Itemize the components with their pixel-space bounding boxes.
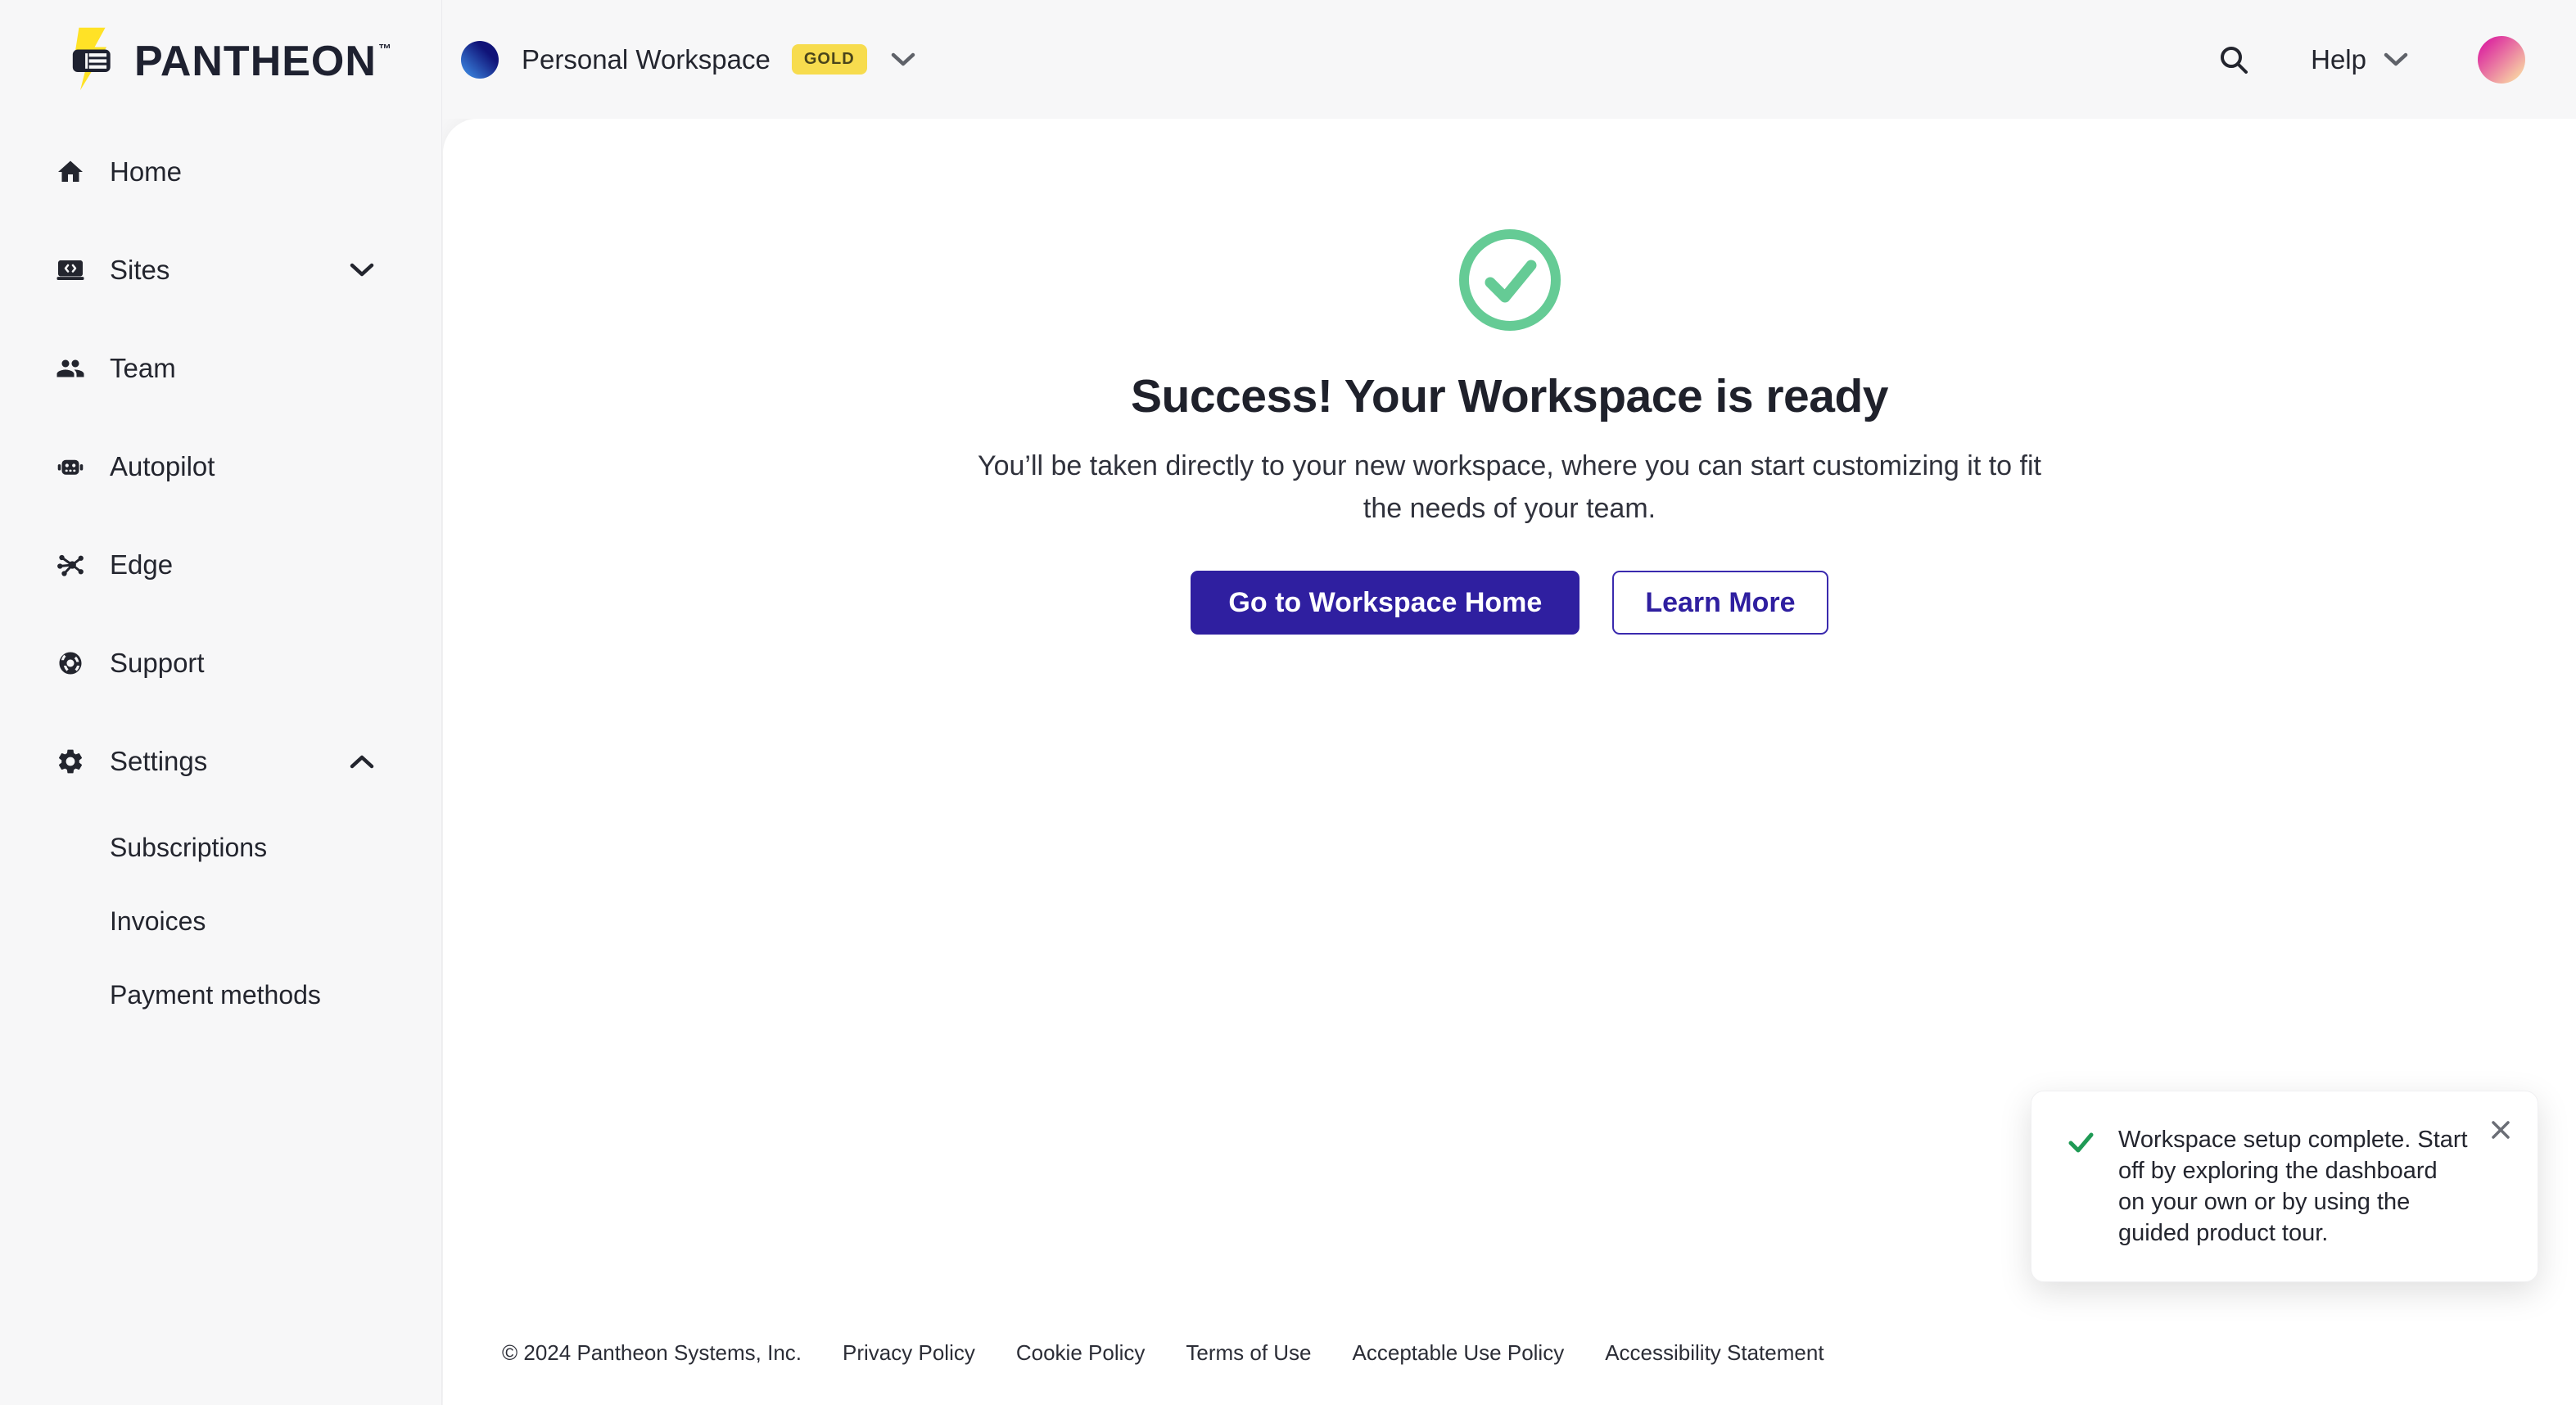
sidebar-item-label: Team bbox=[110, 353, 176, 384]
chevron-up-icon bbox=[348, 752, 376, 770]
check-circle-icon bbox=[1458, 228, 1561, 332]
toast-message: Workspace setup complete. Start off by e… bbox=[2118, 1124, 2469, 1249]
footer-link-terms-of-use[interactable]: Terms of Use bbox=[1186, 1340, 1311, 1366]
sidebar-item-label: Home bbox=[110, 156, 182, 187]
team-icon bbox=[56, 354, 85, 383]
chevron-down-icon bbox=[348, 261, 376, 279]
workspace-name: Personal Workspace bbox=[522, 44, 771, 75]
footer-link-acceptable-use-policy[interactable]: Acceptable Use Policy bbox=[1353, 1340, 1565, 1366]
sites-icon bbox=[56, 255, 85, 285]
footer-link-cookie-policy[interactable]: Cookie Policy bbox=[1016, 1340, 1146, 1366]
autopilot-icon bbox=[56, 452, 85, 481]
topbar: Personal Workspace GOLD Help bbox=[443, 0, 2576, 119]
sidebar-item-home[interactable]: Home bbox=[0, 123, 441, 221]
help-menu[interactable]: Help bbox=[2311, 44, 2411, 75]
logo-wordmark: PANTHEON bbox=[134, 37, 377, 86]
chevron-down-icon bbox=[2381, 50, 2411, 70]
sidebar-subitem-invoices[interactable]: Invoices bbox=[0, 884, 441, 958]
footer-link-privacy-policy[interactable]: Privacy Policy bbox=[843, 1340, 975, 1366]
go-to-workspace-home-button[interactable]: Go to Workspace Home bbox=[1191, 571, 1579, 635]
sidebar-item-label: Edge bbox=[110, 549, 173, 581]
footer-link-accessibility-statement[interactable]: Accessibility Statement bbox=[1605, 1340, 1824, 1366]
learn-more-button[interactable]: Learn More bbox=[1612, 571, 1828, 635]
workspace-selector[interactable]: Personal Workspace GOLD bbox=[461, 41, 918, 79]
description-line: You’ll be taken directly to your new wor… bbox=[978, 445, 2041, 487]
pantheon-bolt-fist-icon bbox=[59, 21, 123, 101]
pantheon-logo[interactable]: PANTHEON ™ bbox=[59, 21, 392, 101]
sidebar-item-label: Autopilot bbox=[110, 451, 215, 482]
sidebar-subitem-label: Payment methods bbox=[110, 980, 321, 1010]
sidebar-nav: Home Sites Team bbox=[0, 123, 441, 1032]
settings-icon bbox=[56, 747, 85, 776]
home-icon bbox=[56, 157, 85, 187]
close-icon[interactable] bbox=[2488, 1118, 2513, 1142]
logo-trademark: ™ bbox=[378, 43, 392, 57]
support-icon bbox=[56, 648, 85, 678]
sidebar-subitem-subscriptions[interactable]: Subscriptions bbox=[0, 811, 441, 884]
chevron-down-icon bbox=[888, 50, 918, 70]
sidebar-subitem-label: Invoices bbox=[110, 906, 206, 937]
workspace-tier-badge: GOLD bbox=[792, 44, 867, 75]
sidebar-item-autopilot[interactable]: Autopilot bbox=[0, 418, 441, 516]
copyright-text: © 2024 Pantheon Systems, Inc. bbox=[502, 1340, 802, 1366]
toast-notification: Workspace setup complete. Start off by e… bbox=[2031, 1091, 2538, 1282]
check-icon bbox=[2064, 1126, 2097, 1249]
sidebar-item-team[interactable]: Team bbox=[0, 319, 441, 418]
sidebar-item-label: Settings bbox=[110, 746, 207, 777]
sidebar-item-label: Support bbox=[110, 648, 205, 679]
sidebar: PANTHEON ™ Home Sites bbox=[0, 0, 442, 1405]
workspace-avatar bbox=[461, 41, 499, 79]
sidebar-item-label: Sites bbox=[110, 255, 169, 286]
action-buttons: Go to Workspace Home Learn More bbox=[1191, 571, 1828, 635]
success-panel: Success! Your Workspace is ready You’ll … bbox=[443, 119, 2576, 635]
sidebar-subitem-label: Subscriptions bbox=[110, 833, 267, 863]
sidebar-item-settings[interactable]: Settings bbox=[0, 712, 441, 811]
search-icon[interactable] bbox=[2216, 42, 2252, 78]
page-description: You’ll be taken directly to your new wor… bbox=[978, 445, 2041, 530]
sidebar-subitem-payment-methods[interactable]: Payment methods bbox=[0, 958, 441, 1032]
sidebar-item-support[interactable]: Support bbox=[0, 614, 441, 712]
page-title: Success! Your Workspace is ready bbox=[1131, 368, 1888, 425]
sidebar-item-sites[interactable]: Sites bbox=[0, 221, 441, 319]
sidebar-item-edge[interactable]: Edge bbox=[0, 516, 441, 614]
edge-icon bbox=[56, 550, 85, 580]
help-label: Help bbox=[2311, 44, 2366, 75]
description-line: the needs of your team. bbox=[978, 487, 2041, 530]
footer: © 2024 Pantheon Systems, Inc. Privacy Po… bbox=[502, 1340, 1824, 1366]
topbar-right: Help bbox=[2216, 36, 2525, 84]
user-avatar[interactable] bbox=[2478, 36, 2525, 84]
